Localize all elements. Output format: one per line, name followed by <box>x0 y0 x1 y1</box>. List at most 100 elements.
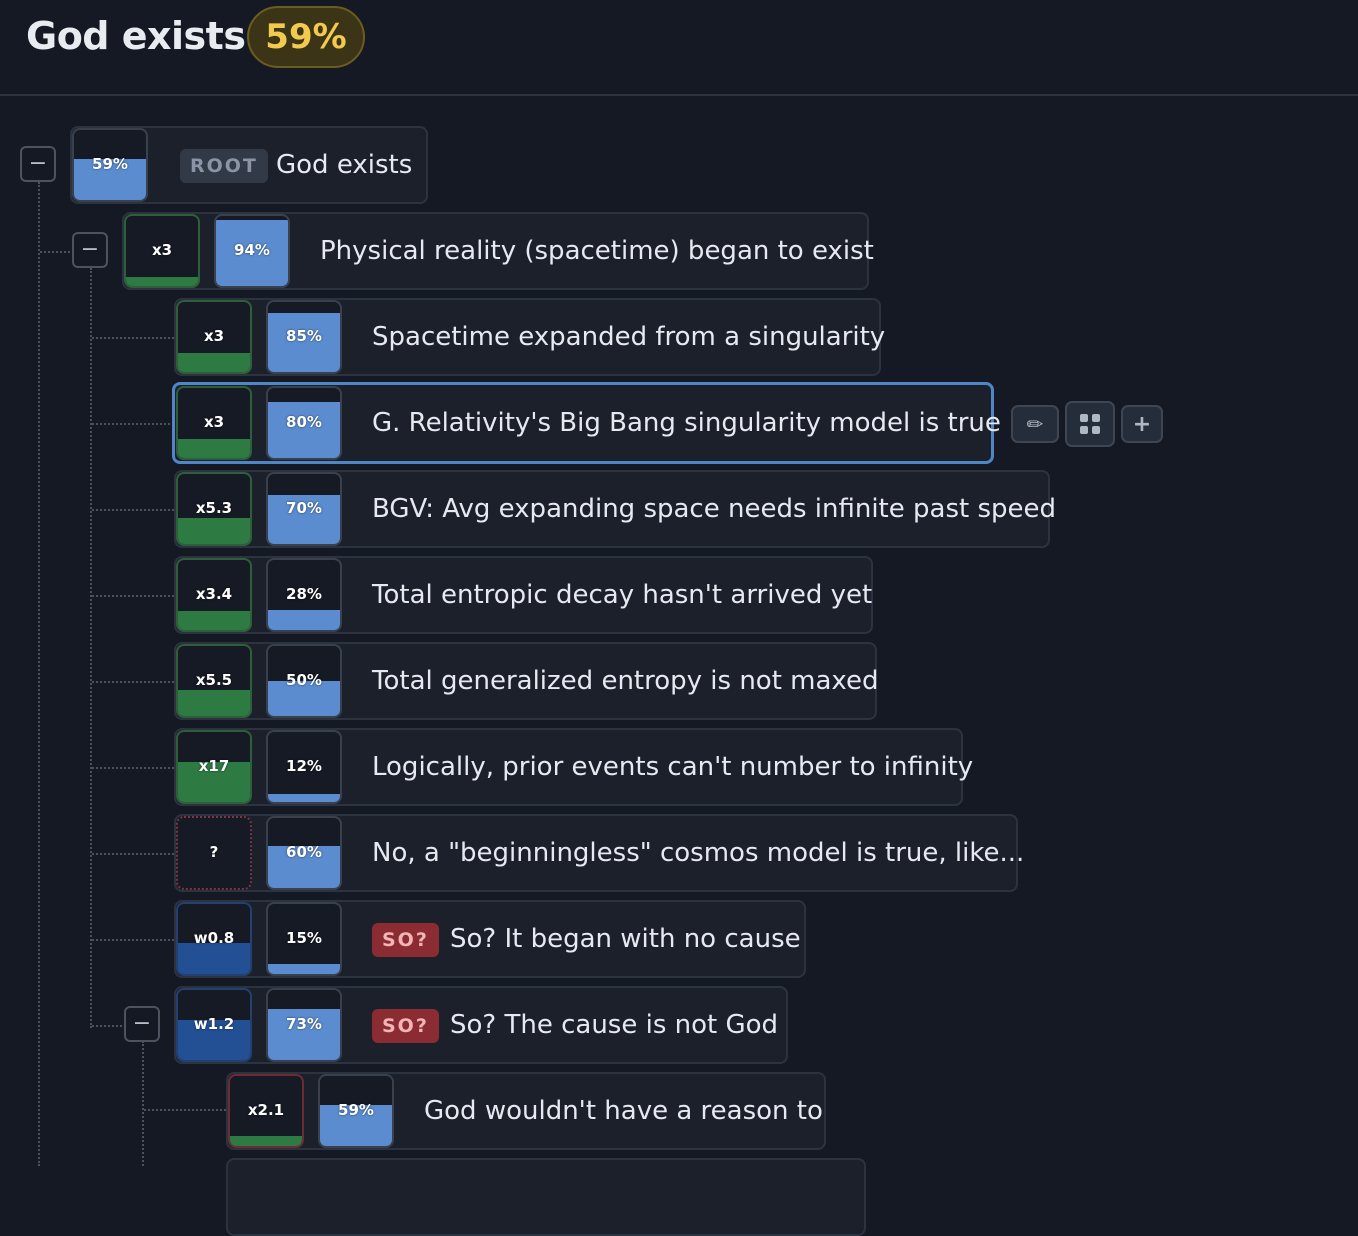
page-title: God exists <box>26 14 246 58</box>
tree-node[interactable] <box>226 1158 866 1236</box>
collapse-toggle-physical-reality[interactable]: − <box>72 232 108 268</box>
tree-connector <box>38 182 40 1166</box>
multiplier-label: x5.3 <box>195 499 233 517</box>
multiplier-meter-unknown: ? <box>176 816 252 890</box>
weight-label: w0.8 <box>193 929 235 947</box>
node-text: So? It began with no cause <box>450 924 801 954</box>
tree-connector <box>90 268 92 1028</box>
tree-node[interactable]: x2.1 59% God wouldn't have a reason to <box>226 1072 826 1150</box>
multiplier-label: x17 <box>198 757 230 775</box>
tree-connector <box>144 1109 226 1111</box>
multiplier-meter: x3 <box>176 300 252 374</box>
expand-grid-button[interactable] <box>1065 401 1115 447</box>
tree-node[interactable]: x3 94% Physical reality (spacetime) bega… <box>122 212 874 290</box>
add-child-button[interactable]: + <box>1121 405 1163 443</box>
probability-meter: 12% <box>266 730 342 804</box>
tree-connector <box>92 767 174 769</box>
probability-meter: 73% <box>266 988 342 1062</box>
pencil-icon: ✏ <box>1026 412 1044 436</box>
tree-connector <box>92 509 174 511</box>
probability-label: 60% <box>286 843 322 861</box>
tree-connector <box>92 423 174 425</box>
tree-node-root[interactable]: 59% ROOT God exists <box>70 126 428 204</box>
multiplier-label: x3 <box>203 413 225 431</box>
node-text: God exists <box>276 150 413 180</box>
tree-node[interactable]: x5.5 50% Total generalized entropy is no… <box>174 642 879 720</box>
probability-meter: 94% <box>214 214 290 288</box>
tree-node[interactable]: ? 60% No, a "beginningless" cosmos model… <box>174 814 1024 892</box>
weight-meter: w0.8 <box>176 902 252 976</box>
so-tag: SO? <box>372 1009 439 1043</box>
multiplier-meter: x3 <box>124 214 200 288</box>
page-header: God exists 59% <box>0 0 1358 96</box>
weight-meter: w1.2 <box>176 988 252 1062</box>
node-text: Physical reality (spacetime) began to ex… <box>320 236 874 266</box>
root-tag: ROOT <box>180 149 268 183</box>
weight-label: w1.2 <box>193 1015 235 1033</box>
probability-label: 28% <box>286 585 322 603</box>
probability-label: 59% <box>92 155 128 173</box>
multiplier-label: x3 <box>151 241 173 259</box>
node-text: BGV: Avg expanding space needs infinite … <box>372 494 1056 524</box>
tree-connector <box>92 1025 122 1027</box>
probability-label: 73% <box>286 1015 322 1033</box>
tree-node[interactable]: w0.8 15% SO? So? It began with no cause <box>174 900 806 978</box>
probability-meter: 59% <box>72 128 148 202</box>
probability-meter: 70% <box>266 472 342 546</box>
edit-button[interactable]: ✏ <box>1011 405 1059 443</box>
multiplier-label: ? <box>209 843 219 861</box>
tree-connector <box>92 939 174 941</box>
plus-icon: + <box>1132 411 1152 437</box>
probability-meter: 59% <box>318 1074 394 1148</box>
multiplier-label: x3.4 <box>195 585 233 603</box>
node-text: Total generalized entropy is not maxed <box>372 666 879 696</box>
node-text: Logically, prior events can't number to … <box>372 752 974 782</box>
multiplier-meter: x5.3 <box>176 472 252 546</box>
node-text: God wouldn't have a reason to <box>424 1096 823 1126</box>
probability-meter: 50% <box>266 644 342 718</box>
node-text: So? The cause is not God <box>450 1010 779 1040</box>
multiplier-label: x2.1 <box>247 1101 285 1119</box>
multiplier-label: x3 <box>203 327 225 345</box>
tree-node[interactable]: x3.4 28% Total entropic decay hasn't arr… <box>174 556 873 634</box>
grid-icon <box>1080 414 1100 434</box>
tree-node[interactable]: x5.3 70% BGV: Avg expanding space needs … <box>174 470 1056 548</box>
multiplier-meter: x2.1 <box>228 1074 304 1148</box>
probability-label: 12% <box>286 757 322 775</box>
probability-label: 15% <box>286 929 322 947</box>
tree-node[interactable]: x17 12% Logically, prior events can't nu… <box>174 728 973 806</box>
probability-label: 50% <box>286 671 322 689</box>
collapse-toggle-root[interactable]: − <box>20 146 56 182</box>
so-tag: SO? <box>372 923 439 957</box>
probability-meter: 60% <box>266 816 342 890</box>
probability-label: 70% <box>286 499 322 517</box>
multiplier-meter: x5.5 <box>176 644 252 718</box>
probability-meter: 28% <box>266 558 342 632</box>
multiplier-meter: x3 <box>176 386 252 460</box>
probability-label: 85% <box>286 327 322 345</box>
tree-connector <box>40 251 70 253</box>
node-text: Total entropic decay hasn't arrived yet <box>372 580 873 610</box>
tree-node[interactable]: w1.2 73% SO? So? The cause is not God <box>174 986 788 1064</box>
tree-connector <box>142 1041 144 1166</box>
probability-meter: 85% <box>266 300 342 374</box>
tree-connector <box>92 337 174 339</box>
probability-meter: 80% <box>266 386 342 460</box>
collapse-toggle-cause-not-god[interactable]: − <box>124 1006 160 1042</box>
probability-label: 80% <box>286 413 322 431</box>
argument-tree: − − − 59% ROOT God exists x3 94% Physica… <box>0 96 1358 1236</box>
probability-label: 94% <box>234 241 270 259</box>
multiplier-meter: x3.4 <box>176 558 252 632</box>
multiplier-label: x5.5 <box>195 671 233 689</box>
tree-connector <box>92 595 174 597</box>
multiplier-meter: x17 <box>176 730 252 804</box>
node-text: Spacetime expanded from a singularity <box>372 322 886 352</box>
tree-node[interactable]: x3 85% Spacetime expanded from a singula… <box>174 298 885 376</box>
overall-probability-badge: 59% <box>247 6 365 68</box>
node-text: G. Relativity's Big Bang singularity mod… <box>372 408 1001 438</box>
tree-connector <box>92 681 174 683</box>
tree-connector <box>92 853 174 855</box>
node-text: No, a "beginningless" cosmos model is tr… <box>372 838 1025 868</box>
probability-label: 59% <box>338 1101 374 1119</box>
tree-node-selected[interactable]: x3 80% G. Relativity's Big Bang singular… <box>172 382 1001 464</box>
